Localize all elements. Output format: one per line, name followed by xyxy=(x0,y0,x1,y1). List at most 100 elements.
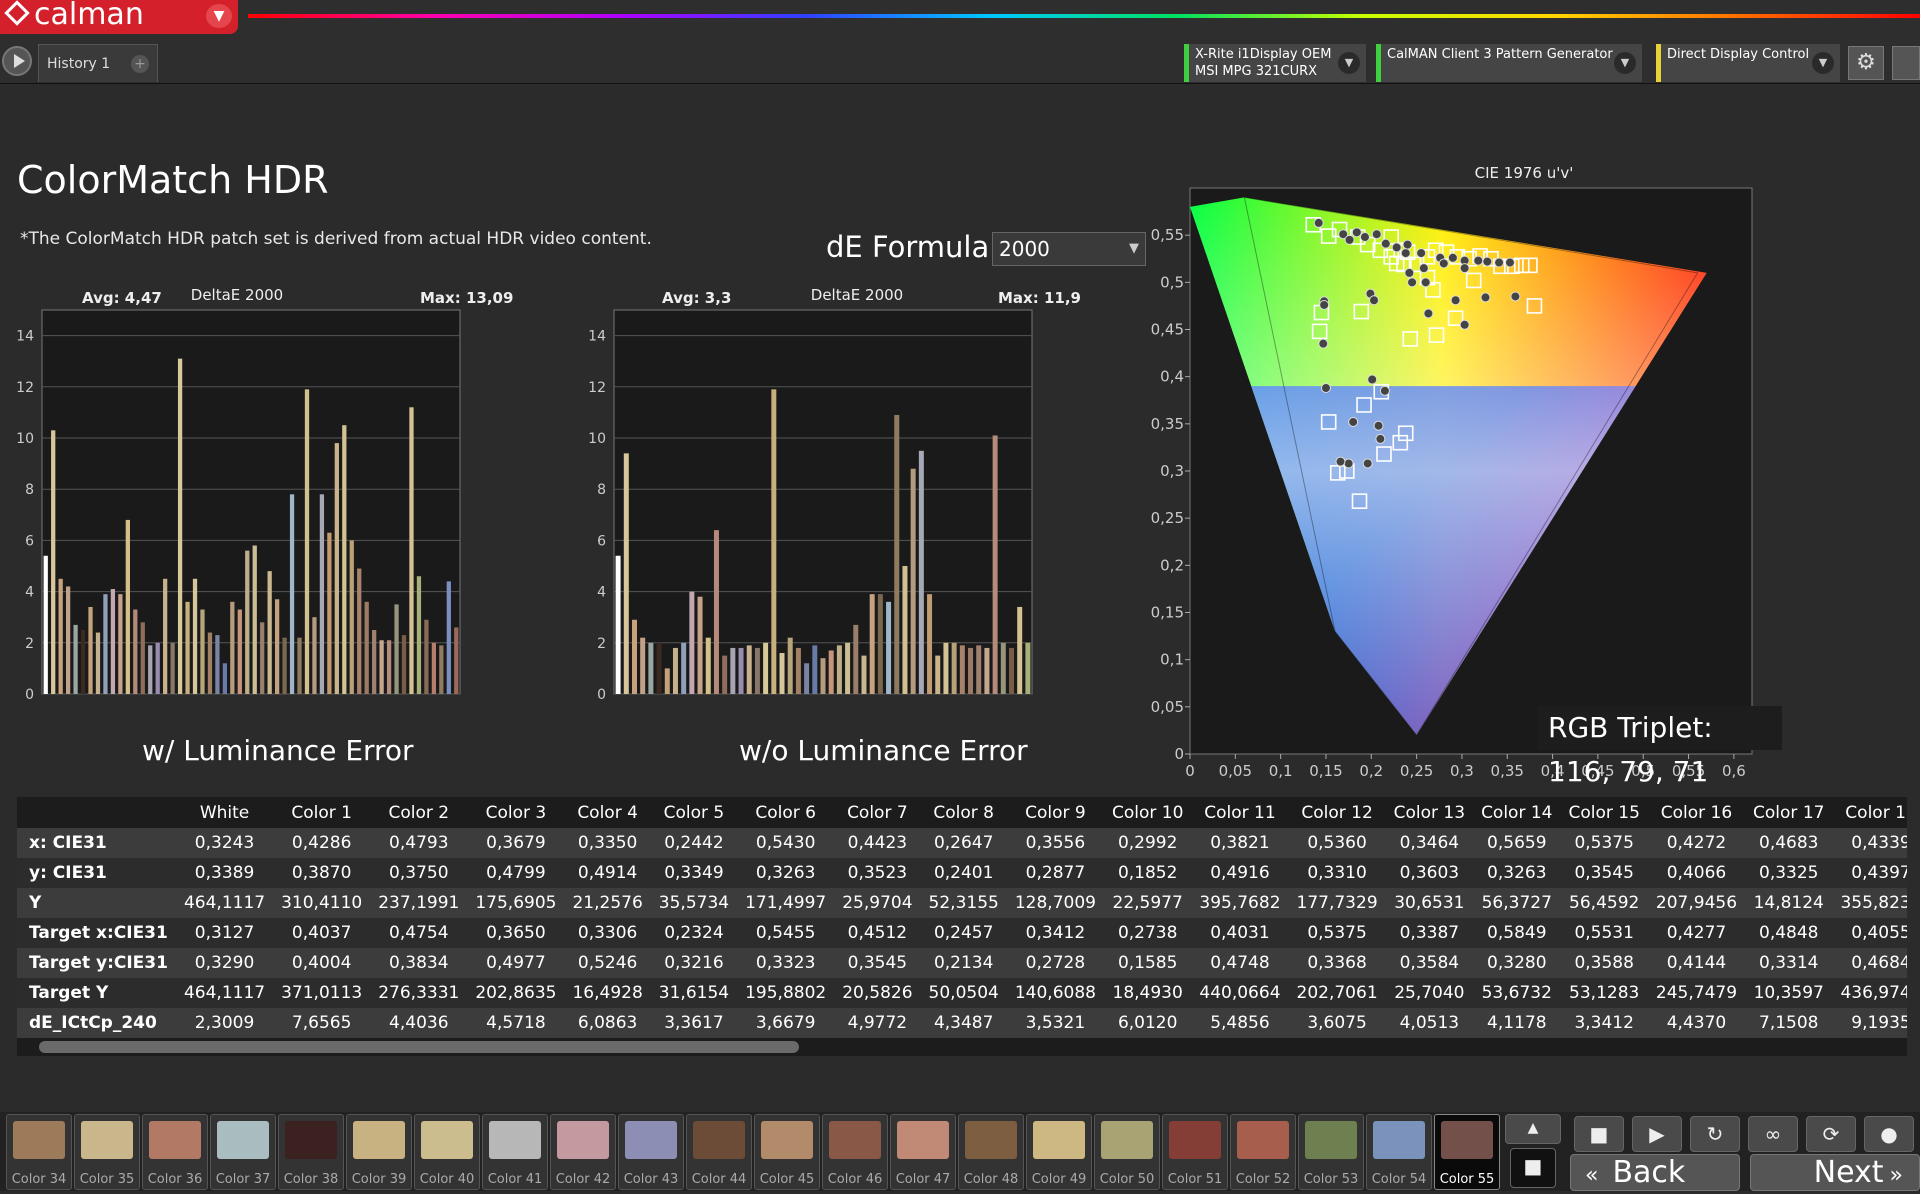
chevron-down-icon[interactable]: ▼ xyxy=(1812,52,1834,74)
measured-point xyxy=(1359,232,1370,243)
table-cell: 0,1852 xyxy=(1103,858,1192,888)
bar xyxy=(148,645,153,694)
color-swatch[interactable]: Color 46 xyxy=(822,1114,888,1190)
tick-label: 0,05 xyxy=(1219,762,1252,780)
play-icon[interactable] xyxy=(2,46,32,76)
stop-icon[interactable]: ■ xyxy=(1574,1116,1624,1152)
chart-caption: w/ Luminance Error xyxy=(142,734,414,767)
add-tab-icon[interactable]: + xyxy=(131,55,149,73)
play-icon[interactable]: ▶ xyxy=(1632,1116,1682,1152)
table-cell: 0,2992 xyxy=(1103,828,1192,858)
measured-point xyxy=(1380,238,1391,249)
more-icon[interactable]: ● xyxy=(1864,1116,1914,1152)
measured-point xyxy=(1459,263,1470,274)
table-cell: 7,1508 xyxy=(1745,1008,1833,1038)
bar xyxy=(623,453,629,694)
color-swatch[interactable]: Color 45 xyxy=(754,1114,820,1190)
stop-square-icon[interactable]: ■ xyxy=(1510,1148,1556,1188)
color-swatch[interactable]: Color 38 xyxy=(278,1114,344,1190)
swatch-label: Color 50 xyxy=(1099,1172,1155,1187)
de-formula-select[interactable]: 2000 ▼ xyxy=(992,232,1146,266)
bar xyxy=(379,640,384,694)
table-cell: 6,0863 xyxy=(564,1008,651,1038)
table-scrollbar[interactable] xyxy=(17,1038,1907,1056)
table-header-row: White Color 1 Color 2 Color 3 Color 4 Color 5… xyxy=(17,797,1907,828)
bar xyxy=(237,609,242,694)
color-swatch[interactable]: Color 35 xyxy=(74,1114,140,1190)
chevron-down-icon[interactable]: ▼ xyxy=(206,4,232,28)
color-swatch[interactable]: Color 47 xyxy=(890,1114,956,1190)
meter-device[interactable]: X-Rite i1Display OEM MSI MPG 321CURX ▼ xyxy=(1184,44,1366,82)
tick-label: 12 xyxy=(16,380,34,396)
de-formula-value: 2000 xyxy=(999,237,1050,261)
color-swatch[interactable]: Color 48 xyxy=(958,1114,1024,1190)
page-title: ColorMatch HDR xyxy=(17,158,329,202)
measured-point xyxy=(1407,277,1418,288)
loop-once-icon[interactable]: ↻ xyxy=(1690,1116,1740,1152)
table-cell: 0,4277 xyxy=(1647,918,1746,948)
tick-label: 6 xyxy=(25,533,34,549)
color-swatch[interactable]: Color 52 xyxy=(1230,1114,1296,1190)
bar xyxy=(713,530,719,694)
color-swatch[interactable]: Color 34 xyxy=(6,1114,72,1190)
color-swatch[interactable]: Color 55 xyxy=(1434,1114,1500,1190)
bar xyxy=(672,647,678,694)
table-cell: 0,3523 xyxy=(834,858,921,888)
bar xyxy=(155,642,160,694)
bar xyxy=(935,655,941,694)
color-swatch[interactable]: Color 36 xyxy=(142,1114,208,1190)
color-swatch[interactable]: Color 49 xyxy=(1026,1114,1092,1190)
swatch-chip xyxy=(1373,1121,1425,1159)
tick-label: 4 xyxy=(25,585,34,601)
table-cell: 2,3009 xyxy=(175,1008,274,1038)
bar-chart-without-luminance: Avg: 3,3 DeltaE 2000 Max: 11,9 0 2 4 6 8 10 12… xyxy=(588,286,1081,703)
color-swatch[interactable]: Color 41 xyxy=(482,1114,548,1190)
color-swatch[interactable]: Color 53 xyxy=(1298,1114,1364,1190)
display-control-device[interactable]: Direct Display Control ▼ xyxy=(1656,44,1840,82)
color-swatch[interactable]: Color 37 xyxy=(210,1114,276,1190)
color-swatch[interactable]: Color 50 xyxy=(1094,1114,1160,1190)
swatch-label: Color 34 xyxy=(11,1172,67,1187)
pattern-generator-device[interactable]: CalMAN Client 3 Pattern Generator ▼ xyxy=(1376,44,1642,82)
table-cell: 18,4930 xyxy=(1103,978,1192,1008)
color-swatch[interactable]: Color 43 xyxy=(618,1114,684,1190)
measured-point xyxy=(1450,295,1461,306)
color-swatch[interactable]: Color 39 xyxy=(346,1114,412,1190)
back-button[interactable]: « Back xyxy=(1570,1154,1740,1191)
column-header: Color 14 xyxy=(1481,802,1553,823)
table-cell: 245,7479 xyxy=(1647,978,1746,1008)
scrollbar-thumb[interactable] xyxy=(39,1041,799,1053)
loop-continuous-icon[interactable]: ∞ xyxy=(1748,1116,1798,1152)
swatch-chip xyxy=(489,1121,541,1159)
bar xyxy=(43,555,48,694)
table-cell: 56,3727 xyxy=(1473,888,1561,918)
tab-history[interactable]: History 1 + xyxy=(38,44,158,82)
table-cell: 0,3650 xyxy=(467,918,565,948)
calman-logo[interactable]: calman ▼ xyxy=(0,0,238,34)
measured-point xyxy=(1416,248,1427,259)
side-panel-toggle[interactable] xyxy=(1892,46,1920,80)
logo-diamond-icon xyxy=(4,0,30,26)
color-swatch[interactable]: Color 42 xyxy=(550,1114,616,1190)
next-chevrons-icon: » xyxy=(1889,1163,1903,1188)
bar xyxy=(787,637,793,694)
gear-icon[interactable]: ⚙ xyxy=(1848,46,1884,80)
measured-point xyxy=(1404,267,1415,278)
table-cell: 7,6565 xyxy=(273,1008,371,1038)
bar xyxy=(222,663,228,694)
chevron-down-icon[interactable]: ▼ xyxy=(1614,52,1636,74)
swatch-label: Color 40 xyxy=(419,1172,475,1187)
table-cell: 195,8802 xyxy=(737,978,835,1008)
chart-name: DeltaE 2000 xyxy=(811,286,903,304)
color-swatch[interactable]: Color 40 xyxy=(414,1114,480,1190)
refresh-icon[interactable]: ⟳ xyxy=(1806,1116,1856,1152)
chevron-down-icon[interactable]: ▼ xyxy=(1338,52,1360,74)
table-cell: 0,4914 xyxy=(564,858,651,888)
swatch-chip xyxy=(1441,1121,1493,1159)
next-button[interactable]: Next» xyxy=(1750,1154,1920,1191)
chevron-up-icon[interactable]: ▲ xyxy=(1505,1114,1561,1144)
color-swatch[interactable]: Color 44 xyxy=(686,1114,752,1190)
color-swatch[interactable]: Color 54 xyxy=(1366,1114,1432,1190)
color-swatch[interactable]: Color 51 xyxy=(1162,1114,1228,1190)
table-cell: 0,3290 xyxy=(175,948,274,978)
